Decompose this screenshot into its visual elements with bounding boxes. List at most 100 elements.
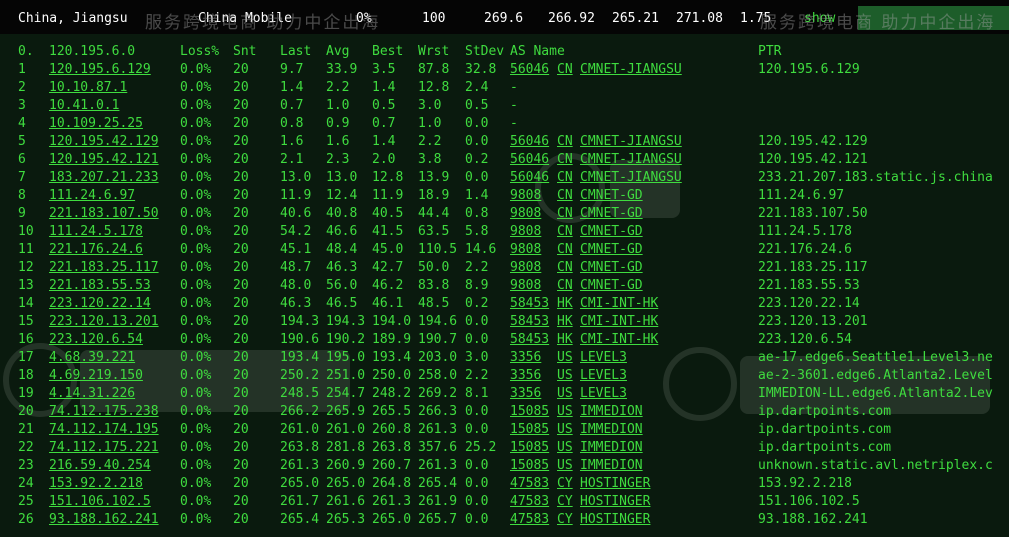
hop-worst: 87.8 (418, 62, 450, 77)
hop-best: 45.0 (372, 242, 404, 257)
hop-ptr: ae-2-3601.edge6.Atlanta2.Level (758, 368, 993, 383)
hop-avg: 0.9 (326, 116, 350, 131)
hop-number: 4 (18, 116, 26, 131)
hop-as-name: LEVEL3 (580, 368, 627, 383)
hop-stdev: 2.2 (465, 368, 489, 383)
hop-avg: 13.0 (326, 170, 358, 185)
hop-loss: 0.0% (180, 116, 212, 131)
hop-sent: 20 (233, 134, 249, 149)
hop-sent: 20 (233, 386, 249, 401)
hop-stdev: 2.2 (465, 260, 489, 275)
hop-loss: 0.0% (180, 224, 212, 239)
hop-host: 74.112.175.238 (49, 404, 159, 419)
hop-avg: 194.3 (326, 314, 366, 329)
hop-avg: 265.3 (326, 512, 366, 527)
hop-stdev: 14.6 (465, 242, 497, 257)
hop-sent: 20 (233, 350, 249, 365)
hop-sent: 20 (233, 80, 249, 95)
hop-as-name: IMMEDION (580, 422, 643, 437)
hop-as-name: CMNET-JIANGSU (580, 170, 682, 185)
highlight-strip (858, 6, 1009, 30)
hop-ptr: ip.dartpoints.com (758, 440, 892, 455)
hop-avg: 56.0 (326, 278, 358, 293)
hop-as-number: 47583 (510, 494, 550, 509)
hop-host: 10.109.25.25 (49, 116, 143, 131)
hop-loss: 0.0% (180, 332, 212, 347)
hop-loss: 0.0% (180, 134, 212, 149)
hop-host: 4.68.39.221 (49, 350, 136, 365)
hop-as-name: CMI-INT-HK (580, 332, 659, 347)
hop-host: 74.112.175.221 (49, 440, 159, 455)
hop-worst: 261.3 (418, 458, 458, 473)
hop-sent: 20 (233, 224, 249, 239)
summary-v5: 1.75 (740, 11, 772, 26)
hop-stdev: 0.0 (465, 494, 489, 509)
hop-last: 48.0 (280, 278, 312, 293)
hop-number: 23 (18, 458, 34, 473)
hop-loss: 0.0% (180, 458, 212, 473)
hop-as-number: 47583 (510, 512, 550, 527)
hop-stdev: 0.2 (465, 296, 489, 311)
hop-number: 18 (18, 368, 34, 383)
hop-worst: 258.0 (418, 368, 458, 383)
header-snt: Snt (233, 44, 257, 59)
hop-host: 153.92.2.218 (49, 476, 143, 491)
hop-number: 12 (18, 260, 34, 275)
hop-best: 193.4 (372, 350, 412, 365)
hop-as-name: CMNET-JIANGSU (580, 62, 682, 77)
hop-sent: 20 (233, 242, 249, 257)
hop-loss: 0.0% (180, 242, 212, 257)
hop-as-number: 3356 (510, 350, 542, 365)
hop-host: 10.10.87.1 (49, 80, 128, 95)
hop-last: 265.0 (280, 476, 320, 491)
hop-best: 260.8 (372, 422, 412, 437)
hop-as-name: IMMEDION (580, 440, 643, 455)
hop-stdev: 0.0 (465, 116, 489, 131)
hop-as-number: 58453 (510, 314, 550, 329)
hop-ptr: 120.195.42.129 (758, 134, 868, 149)
hop-worst: 83.8 (418, 278, 450, 293)
hop-best: 263.8 (372, 440, 412, 455)
hop-ptr: 120.195.6.129 (758, 62, 860, 77)
hop-best: 3.5 (372, 62, 396, 77)
hop-last: 266.2 (280, 404, 320, 419)
hop-stdev: 0.0 (465, 512, 489, 527)
hop-as-number: 9808 (510, 206, 542, 221)
header-avg: Avg (326, 44, 350, 59)
hop-worst: 203.0 (418, 350, 458, 365)
hop-sent: 20 (233, 260, 249, 275)
hop-ptr: 111.24.5.178 (758, 224, 852, 239)
hop-worst: 50.0 (418, 260, 450, 275)
hop-best: 12.8 (372, 170, 404, 185)
hop-ptr: ip.dartpoints.com (758, 404, 892, 419)
hop-stdev: 0.0 (465, 314, 489, 329)
hop-as-number: 3356 (510, 368, 542, 383)
hop-as-number: - (510, 116, 518, 131)
hop-worst: 63.5 (418, 224, 450, 239)
hop-number: 22 (18, 440, 34, 455)
hop-country: US (557, 440, 573, 455)
hop-stdev: 2.4 (465, 80, 489, 95)
hop-as-number: 15085 (510, 422, 550, 437)
hop-country: US (557, 350, 573, 365)
hop-as-name: CMNET-GD (580, 206, 643, 221)
hop-worst: 265.7 (418, 512, 458, 527)
hop-country: US (557, 404, 573, 419)
hop-ptr: 221.183.55.53 (758, 278, 860, 293)
hop-host: 223.120.13.201 (49, 314, 159, 329)
hop-last: 190.6 (280, 332, 320, 347)
hop-sent: 20 (233, 368, 249, 383)
hop-number: 25 (18, 494, 34, 509)
hop-worst: 110.5 (418, 242, 458, 257)
hop-number: 14 (18, 296, 34, 311)
hop-as-number: 58453 (510, 332, 550, 347)
hop-as-name: HOSTINGER (580, 512, 651, 527)
hop-host: 120.195.42.121 (49, 152, 159, 167)
hop-last: 261.3 (280, 458, 320, 473)
hop-country: US (557, 422, 573, 437)
hop-ptr: IMMEDION-LL.edge6.Atlanta2.Lev (758, 386, 993, 401)
hop-sent: 20 (233, 170, 249, 185)
hop-sent: 20 (233, 458, 249, 473)
hop-country: HK (557, 296, 573, 311)
show-link[interactable]: show (804, 10, 835, 28)
